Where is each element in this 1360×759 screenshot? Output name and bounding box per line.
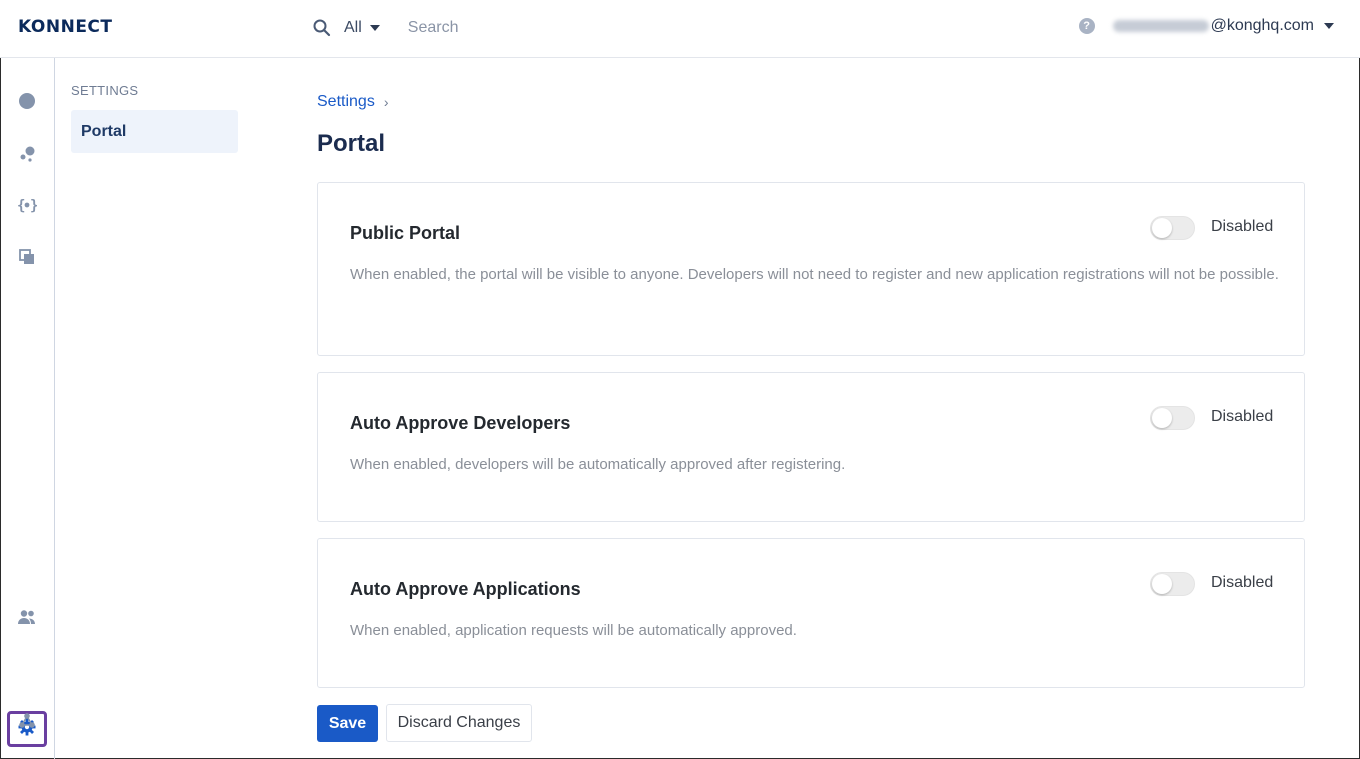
card-description: When enabled, developers will be automat…	[350, 456, 846, 473]
top-header: KONNECT All ? @konghq.com	[0, 0, 1360, 58]
setting-card-auto-approve-applications: Auto Approve Applications Disabled When …	[317, 538, 1305, 688]
discard-changes-button[interactable]: Discard Changes	[386, 704, 532, 742]
card-title: Auto Approve Applications	[350, 579, 581, 599]
card-description: When enabled, the portal will be visible…	[350, 266, 1279, 283]
breadcrumb-settings-link[interactable]: Settings	[317, 93, 375, 111]
teams-icon[interactable]	[17, 607, 37, 627]
page-title: Portal	[317, 130, 386, 157]
services-icon[interactable]	[17, 144, 37, 164]
documents-icon[interactable]	[17, 247, 37, 267]
overview-icon[interactable]	[17, 91, 37, 111]
card-title: Public Portal	[350, 223, 461, 243]
api-icon[interactable]: {}	[17, 195, 37, 215]
search-scope-dropdown[interactable]: All	[344, 19, 380, 37]
plugins-icon[interactable]	[17, 711, 37, 731]
save-button[interactable]: Save	[317, 705, 378, 742]
chevron-down-icon	[369, 25, 380, 31]
user-menu[interactable]: ? @konghq.com	[1078, 17, 1334, 35]
subnav-heading: SETTINGS	[71, 83, 139, 98]
setting-card-auto-approve-developers: Auto Approve Developers Disabled When en…	[317, 372, 1305, 522]
setting-card-public-portal: Public Portal Disabled When enabled, the…	[317, 182, 1305, 356]
user-name-redacted	[1112, 20, 1209, 32]
toggle-knob	[1152, 408, 1172, 428]
search-input[interactable]	[407, 19, 708, 37]
card-title: Auto Approve Developers	[350, 413, 571, 433]
breadcrumb-separator: ›	[383, 94, 389, 110]
user-email: @konghq.com	[1210, 17, 1314, 34]
card-description: When enabled, application requests will …	[350, 622, 797, 639]
toggle-state-label: Disabled	[1211, 408, 1274, 425]
konnect-logo[interactable]: KONNECT	[18, 17, 113, 37]
public-portal-toggle[interactable]	[1150, 216, 1195, 240]
auto-approve-developers-toggle[interactable]	[1150, 406, 1195, 430]
search-icon[interactable]	[312, 18, 332, 38]
chevron-down-icon	[1324, 23, 1334, 29]
toggle-state-label: Disabled	[1211, 574, 1274, 591]
subnav-item-portal[interactable]: Portal	[71, 110, 238, 153]
toggle-state-label: Disabled	[1211, 218, 1274, 235]
auto-approve-applications-toggle[interactable]	[1150, 572, 1195, 596]
search-scope-label: All	[344, 19, 362, 36]
global-search: All	[312, 14, 708, 42]
toggle-knob	[1152, 218, 1172, 238]
icon-rail: {}	[0, 58, 55, 759]
settings-subnav: SETTINGS Portal	[55, 58, 275, 759]
breadcrumb: Settings ›	[317, 93, 388, 111]
svg-text:}: }	[30, 198, 37, 214]
help-icon[interactable]: ?	[1078, 18, 1095, 34]
svg-text:{: {	[17, 198, 25, 214]
toggle-knob	[1152, 574, 1172, 594]
